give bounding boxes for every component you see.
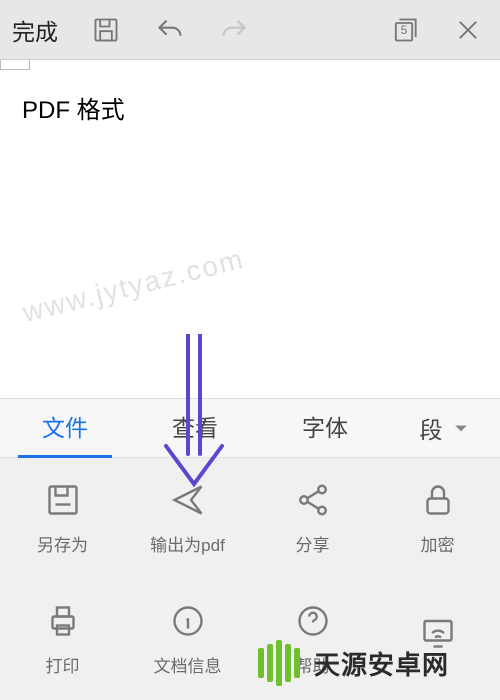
tab-view[interactable]: 查看 bbox=[130, 398, 260, 458]
action-save-as[interactable]: 另存为 bbox=[0, 458, 125, 579]
watermark: www.jytyaz.com bbox=[20, 243, 248, 329]
action-save-as-label: 另存为 bbox=[37, 531, 88, 556]
close-button[interactable] bbox=[436, 16, 500, 44]
brand-logo bbox=[258, 640, 304, 686]
action-encrypt[interactable]: 加密 bbox=[375, 458, 500, 579]
tab-paragraph-label: 段 bbox=[420, 411, 443, 445]
pages-count: 5 bbox=[401, 23, 408, 37]
redo-button[interactable] bbox=[202, 16, 266, 44]
action-doc-info-label: 文档信息 bbox=[154, 652, 222, 677]
save-button[interactable] bbox=[74, 16, 138, 44]
bottom-tabs: 文件 查看 字体 段 bbox=[0, 398, 500, 458]
action-export-pdf[interactable]: 输出为pdf bbox=[125, 458, 250, 579]
action-encrypt-label: 加密 bbox=[421, 531, 455, 556]
document-text: PDF 格式 bbox=[22, 90, 125, 125]
tab-font[interactable]: 字体 bbox=[260, 398, 390, 458]
action-share[interactable]: 分享 bbox=[250, 458, 375, 579]
close-icon bbox=[454, 16, 482, 44]
info-icon bbox=[170, 603, 206, 639]
tab-file[interactable]: 文件 bbox=[0, 398, 130, 458]
top-toolbar: 完成 5 bbox=[0, 0, 500, 60]
chevron-down-icon bbox=[451, 418, 471, 438]
undo-button[interactable] bbox=[138, 16, 202, 44]
action-print-label: 打印 bbox=[46, 652, 80, 677]
action-print[interactable]: 打印 bbox=[0, 579, 125, 700]
lock-icon bbox=[420, 482, 456, 518]
tab-paragraph[interactable]: 段 bbox=[390, 411, 500, 445]
save-icon bbox=[92, 16, 120, 44]
undo-icon bbox=[156, 16, 184, 44]
help-icon bbox=[295, 603, 331, 639]
share-icon bbox=[295, 482, 331, 518]
done-button[interactable]: 完成 bbox=[0, 13, 74, 47]
brand-name: 天源安卓网 bbox=[314, 645, 449, 682]
export-icon bbox=[170, 482, 206, 518]
pages-button[interactable]: 5 bbox=[372, 16, 436, 44]
action-share-label: 分享 bbox=[296, 531, 330, 556]
action-export-pdf-label: 输出为pdf bbox=[150, 531, 225, 556]
sheet-corner bbox=[0, 60, 30, 70]
brand-overlay: 天源安卓网 bbox=[258, 636, 498, 690]
action-doc-info[interactable]: 文档信息 bbox=[125, 579, 250, 700]
document-canvas[interactable]: PDF 格式 www.jytyaz.com bbox=[0, 60, 500, 398]
print-icon bbox=[45, 603, 81, 639]
save-as-icon bbox=[45, 482, 81, 518]
redo-icon bbox=[220, 16, 248, 44]
